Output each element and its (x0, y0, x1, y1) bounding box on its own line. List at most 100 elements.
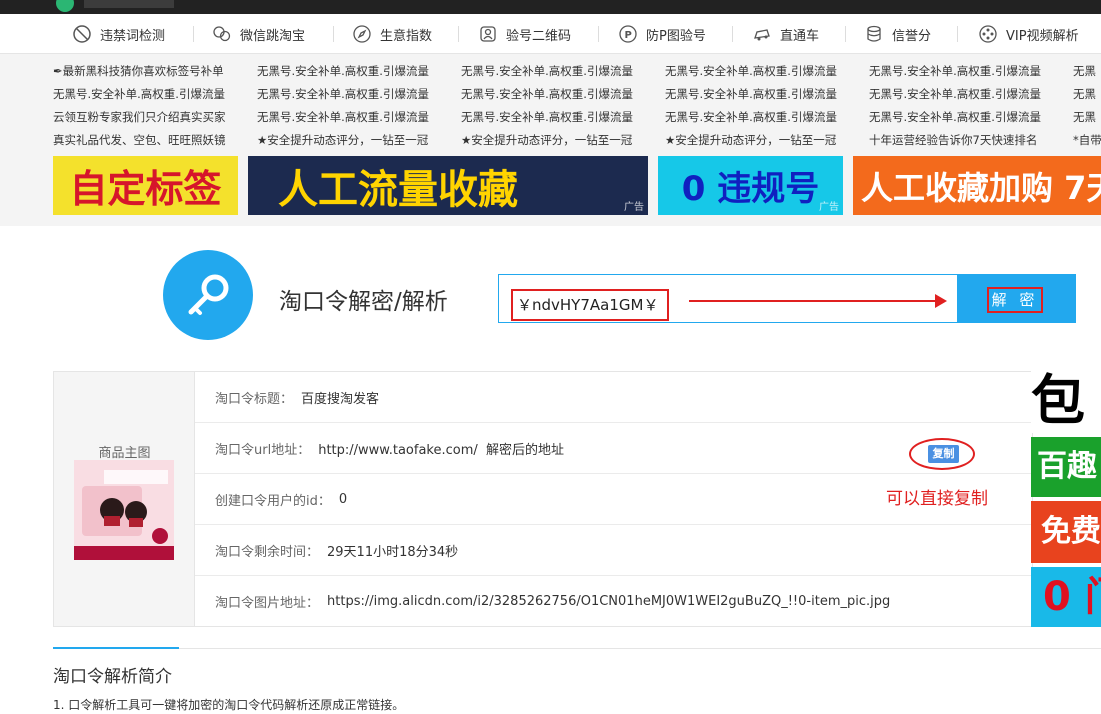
svg-text:P: P (625, 30, 632, 41)
side-ad-text: 包 (1031, 371, 1085, 432)
side-ad-text: 百趣 (1037, 449, 1097, 484)
ad-tag: 广告 (819, 202, 839, 213)
compass-icon (353, 25, 371, 43)
row-key: 淘口令url地址： (215, 442, 311, 458)
nav-item-credit-score[interactable]: 信誉分 (864, 14, 931, 54)
nav-item-anti-ps[interactable]: P 防P图验号 (618, 14, 706, 54)
banner-text: 人工收藏加购 7天 (861, 168, 1101, 207)
tao-command-search: ￥ndvHY7Aa1GM￥ 解 密 (498, 274, 1076, 323)
ad-link[interactable]: ✒最新黑科技猜你喜欢标签号补单 (53, 60, 253, 83)
nav-item-qrcode-check[interactable]: 验号二维码 (478, 14, 571, 54)
ad-column: 无黑号.安全补单.高权重.引爆流量 无黑号.安全补单.高权重.引爆流量 无黑号.… (665, 60, 865, 152)
result-row-remaining-time: 淘口令剩余时间： 29天11小时18分34秒 (195, 525, 1032, 576)
ad-link[interactable]: 无黑号.安全补单.高权重.引爆流量 (257, 83, 457, 106)
ad-link[interactable]: 无黑号.安全补单.高权重.引爆流量 (665, 60, 865, 83)
product-image[interactable] (74, 460, 174, 560)
ad-column: 无黑号.安全补单.高权重.引爆流量 无黑号.安全补单.高权重.引爆流量 无黑号.… (461, 60, 661, 152)
nav-label: 违禁词检测 (100, 28, 166, 44)
row-value[interactable]: http://www.taofake.com/ 解密后的地址 (318, 439, 564, 458)
ad-link[interactable]: 云领互粉专家我们只介绍真实买家 (53, 106, 253, 129)
copy-button[interactable]: 复制 (928, 445, 959, 463)
banner-ad-traffic[interactable]: 人工流量收藏 广告 (248, 156, 648, 215)
nav-item-prohibited-words[interactable]: 违禁词检测 (72, 14, 165, 54)
row-value[interactable]: https://img.alicdn.com/i2/3285262756/O1C… (327, 594, 890, 609)
result-row-title: 淘口令标题： 百度搜淘发客 (195, 372, 1032, 423)
banner-ad-zero-violation[interactable]: 0 违规号 广告 (658, 156, 843, 215)
page-title: 淘口令解密/解析 (279, 289, 448, 315)
ad-link[interactable]: ★安全提升动态评分，一钻至一冠 (665, 129, 865, 152)
car-icon (754, 29, 770, 41)
ad-link[interactable]: 十年运营经验告诉你7天快速排名 (869, 129, 1069, 152)
ad-link[interactable]: 无黑 (1073, 83, 1101, 106)
site-logo-text (84, 0, 174, 8)
side-ad-text: 免费 (1041, 514, 1101, 549)
banner-ad-custom-tag[interactable]: 自定标签 (53, 156, 238, 215)
banner-text: 0 违规号 (681, 169, 820, 209)
thumbnail-label: 商品主图 (98, 446, 151, 461)
ad-link[interactable]: *自带 (1073, 129, 1101, 152)
ad-link[interactable]: 无黑号.安全补单.高权重.引爆流量 (869, 106, 1069, 129)
side-ad[interactable]: 包 (1031, 371, 1101, 433)
key-icon (188, 274, 229, 315)
product-thumbnail-box: 商品主图 (54, 372, 195, 626)
ad-tag: 广告 (624, 202, 644, 213)
banner-text: 自定标签 (69, 167, 222, 211)
ad-link[interactable]: 无黑号.安全补单.高权重.引爆流量 (461, 60, 661, 83)
decrypt-button[interactable]: 解 密 (957, 275, 1076, 322)
ad-link[interactable]: 真实礼品代发、空包、旺旺照妖镜 (53, 129, 253, 152)
ad-link[interactable]: 无黑号.安全补单.高权重.引爆流量 (257, 60, 457, 83)
ad-link[interactable]: 无黑号.安全补单.高权重.引爆流量 (461, 106, 661, 129)
row-value: 29天11小时18分34秒 (327, 544, 459, 560)
row-key: 淘口令标题： (215, 391, 294, 407)
site-logo[interactable] (56, 0, 74, 12)
anti-ps-icon: P (619, 25, 637, 43)
nav-label: 微信跳淘宝 (240, 28, 306, 44)
annotation-arrow (689, 294, 947, 308)
decrypt-button-label: 解 密 (987, 287, 1043, 313)
row-key: 淘口令图片地址： (215, 596, 320, 611)
prohibited-icon (73, 25, 91, 43)
tao-command-input[interactable]: ￥ndvHY7Aa1GM￥ (511, 289, 669, 321)
side-ad-column: 包 百趣 免费 0 门 (1031, 371, 1101, 627)
nav-item-vip-video[interactable]: VIP视频解析 (978, 14, 1079, 54)
copy-button-highlight: 复制 (909, 438, 975, 470)
ad-link[interactable]: 无黑号.安全补单.高权重.引爆流量 (869, 83, 1069, 106)
ad-link[interactable]: ★安全提升动态评分，一钻至一冠 (257, 129, 457, 152)
intro-title: 淘口令解析简介 (53, 667, 172, 687)
nav-label: 直通车 (780, 28, 820, 44)
ad-link[interactable]: ★安全提升动态评分，一钻至一冠 (461, 129, 661, 152)
banner-text: 人工流量收藏 (278, 166, 518, 213)
ad-column: ✒最新黑科技猜你喜欢标签号补单 无黑号.安全补单.高权重.引爆流量 云领互粉专家… (53, 60, 253, 152)
nav-item-through-train[interactable]: 直通车 (752, 14, 819, 54)
ad-column: 无黑 无黑 无黑 *自带 (1073, 60, 1101, 152)
nav-item-business-index[interactable]: 生意指数 (352, 14, 432, 54)
ad-link[interactable]: 无黑号.安全补单.高权重.引爆流量 (461, 83, 661, 106)
qrcode-user-icon (480, 26, 496, 42)
wechat-jump-icon (213, 26, 231, 42)
side-ad[interactable]: 0 门 (1031, 567, 1101, 627)
ad-link[interactable]: 无黑号.安全补单.高权重.引爆流量 (665, 83, 865, 106)
ad-column: 无黑号.安全补单.高权重.引爆流量 无黑号.安全补单.高权重.引爆流量 无黑号.… (257, 60, 457, 152)
ad-link[interactable]: 无黑号.安全补单.高权重.引爆流量 (869, 60, 1069, 83)
result-row-url: 淘口令url地址： http://www.taofake.com/ 解密后的地址 (195, 423, 1032, 474)
nav-label: VIP视频解析 (1006, 28, 1079, 44)
nav-label: 生意指数 (380, 28, 433, 44)
row-value: 百度搜淘发客 (301, 391, 380, 407)
database-icon (867, 25, 881, 42)
ad-link[interactable]: 无黑号.安全补单.高权重.引爆流量 (53, 83, 253, 106)
top-bar (0, 0, 1101, 14)
banner-ad-favorites[interactable]: 人工收藏加购 7天 (853, 156, 1101, 215)
side-ad[interactable]: 百趣 (1031, 437, 1101, 497)
result-row-image-url: 淘口令图片地址： https://img.alicdn.com/i2/32852… (195, 576, 1032, 627)
intro-text: 1. 口令解析工具可一键将加密的淘口令代码解析还原成正常链接。 (53, 698, 405, 712)
ad-link[interactable]: 无黑 (1073, 60, 1101, 83)
tool-nav: 违禁词检测 微信跳淘宝 生意指数 验号二维码 P 防P图验号 直通车 信誉分 V… (0, 14, 1101, 54)
nav-item-wechat-jump[interactable]: 微信跳淘宝 (212, 14, 305, 54)
ad-link[interactable]: 无黑号.安全补单.高权重.引爆流量 (665, 106, 865, 129)
ad-link[interactable]: 无黑 (1073, 106, 1101, 129)
ad-column: 无黑号.安全补单.高权重.引爆流量 无黑号.安全补单.高权重.引爆流量 无黑号.… (869, 60, 1069, 152)
row-value: 0 (338, 491, 348, 507)
ad-link[interactable]: 无黑号.安全补单.高权重.引爆流量 (257, 106, 457, 129)
side-ad[interactable]: 免费 (1031, 501, 1101, 563)
nav-label: 信誉分 (892, 28, 932, 44)
